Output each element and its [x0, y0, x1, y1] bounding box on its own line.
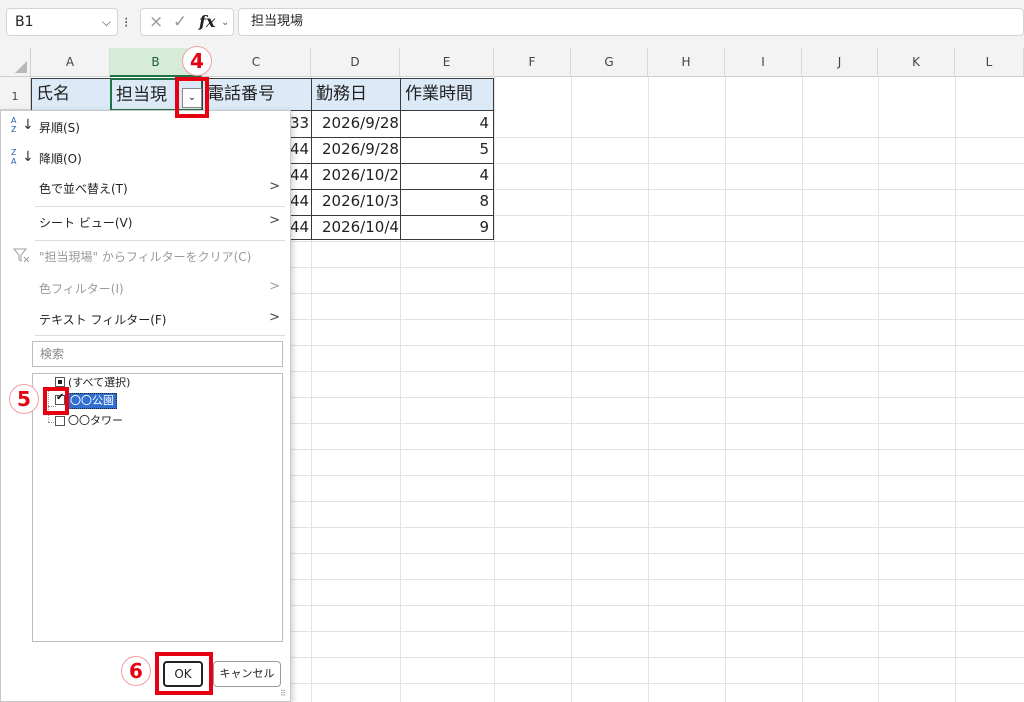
- menu-separator: [35, 335, 285, 336]
- more-options-icon[interactable]: ⁝: [124, 16, 130, 30]
- chevron-right-icon: >: [269, 279, 280, 294]
- formula-buttons: × ✓ fx ⌄: [140, 8, 234, 36]
- menu-sort-by-color[interactable]: 色で並べ替え(T): [39, 181, 128, 197]
- column-header-d[interactable]: D: [311, 48, 400, 77]
- enter-icon[interactable]: ✓: [173, 12, 187, 32]
- cell-e1[interactable]: 作業時間: [400, 78, 494, 111]
- cell-d6[interactable]: 2026/10/4: [311, 215, 401, 240]
- clear-filter-icon: [12, 248, 31, 264]
- cell-e5[interactable]: 8: [400, 189, 494, 216]
- menu-sort-descending[interactable]: 降順(O): [39, 151, 82, 167]
- sort-descending-icon: Z A ↓: [11, 148, 34, 166]
- cell-c1[interactable]: 電話番号: [202, 78, 312, 111]
- step-6-highlight: [155, 652, 213, 695]
- column-header-i[interactable]: I: [725, 48, 802, 77]
- column-header-g[interactable]: G: [571, 48, 648, 77]
- cell-d4[interactable]: 2026/10/2: [311, 163, 401, 190]
- filter-search-input[interactable]: 検索: [32, 341, 283, 367]
- insert-function-icon[interactable]: fx: [199, 12, 215, 31]
- menu-color-filter: 色フィルター(I): [39, 282, 124, 296]
- step-5-highlight: [43, 387, 69, 415]
- row-header-1[interactable]: 1: [0, 77, 31, 110]
- cell-e6[interactable]: 9: [400, 215, 494, 240]
- column-header-k[interactable]: K: [878, 48, 955, 77]
- column-header-h[interactable]: H: [648, 48, 725, 77]
- name-box[interactable]: B1 ⌵: [6, 8, 118, 36]
- cell-e3[interactable]: 5: [400, 137, 494, 164]
- step-4-marker: 4: [182, 46, 212, 76]
- tower-label[interactable]: 〇〇タワー: [68, 414, 123, 428]
- step-5-marker: 5: [9, 384, 39, 414]
- filter-value-list: (すべて選択) ✔ 〇〇公園 〇〇タワー: [32, 373, 283, 642]
- column-header-f[interactable]: F: [494, 48, 571, 77]
- chevron-down-icon[interactable]: ⌄: [221, 17, 229, 28]
- chevron-right-icon: >: [269, 310, 280, 325]
- ribbon-edge: [0, 0, 1024, 8]
- select-all-corner[interactable]: [0, 48, 31, 77]
- cell-d2[interactable]: 2026/9/28: [311, 111, 401, 138]
- column-header-l[interactable]: L: [955, 48, 1024, 77]
- menu-separator: [35, 240, 285, 241]
- sort-ascending-icon: A Z ↓: [11, 116, 34, 134]
- column-header-e[interactable]: E: [400, 48, 494, 77]
- cancel-button[interactable]: キャンセル: [213, 661, 281, 687]
- cell-e2[interactable]: 4: [400, 111, 494, 138]
- chevron-right-icon: >: [269, 213, 280, 228]
- column-header-c[interactable]: C: [202, 48, 311, 77]
- column-header-j[interactable]: J: [802, 48, 878, 77]
- cell-e4[interactable]: 4: [400, 163, 494, 190]
- cancel-icon[interactable]: ×: [149, 12, 163, 32]
- cell-b1-text: 担当現: [116, 85, 167, 105]
- cell-d5[interactable]: 2026/10/3: [311, 189, 401, 216]
- park-label[interactable]: 〇〇公園: [67, 393, 117, 409]
- menu-clear-filter: "担当現場" からフィルターをクリア(C): [39, 250, 252, 264]
- menu-sort-ascending[interactable]: 昇順(S): [39, 120, 80, 136]
- tower-checkbox[interactable]: [55, 416, 65, 426]
- menu-sheet-view[interactable]: シート ビュー(V): [39, 215, 132, 231]
- name-box-value: B1: [15, 14, 34, 30]
- chevron-down-icon[interactable]: ⌵: [102, 9, 111, 35]
- menu-text-filter[interactable]: テキスト フィルター(F): [39, 312, 166, 328]
- cell-d1[interactable]: 勤務日: [311, 78, 401, 111]
- cell-d3[interactable]: 2026/9/28: [311, 137, 401, 164]
- column-header-a[interactable]: A: [31, 48, 110, 77]
- step-6-marker: 6: [121, 656, 151, 686]
- menu-separator: [35, 206, 285, 207]
- select-all-checkbox[interactable]: [55, 377, 65, 387]
- step-4-highlight: [175, 77, 209, 118]
- resize-grip-icon[interactable]: ⠿: [280, 690, 286, 698]
- formula-input[interactable]: 担当現場: [238, 8, 1024, 36]
- select-all-label[interactable]: (すべて選択): [68, 376, 130, 390]
- cell-a1[interactable]: 氏名: [31, 78, 111, 111]
- chevron-right-icon: >: [269, 179, 280, 194]
